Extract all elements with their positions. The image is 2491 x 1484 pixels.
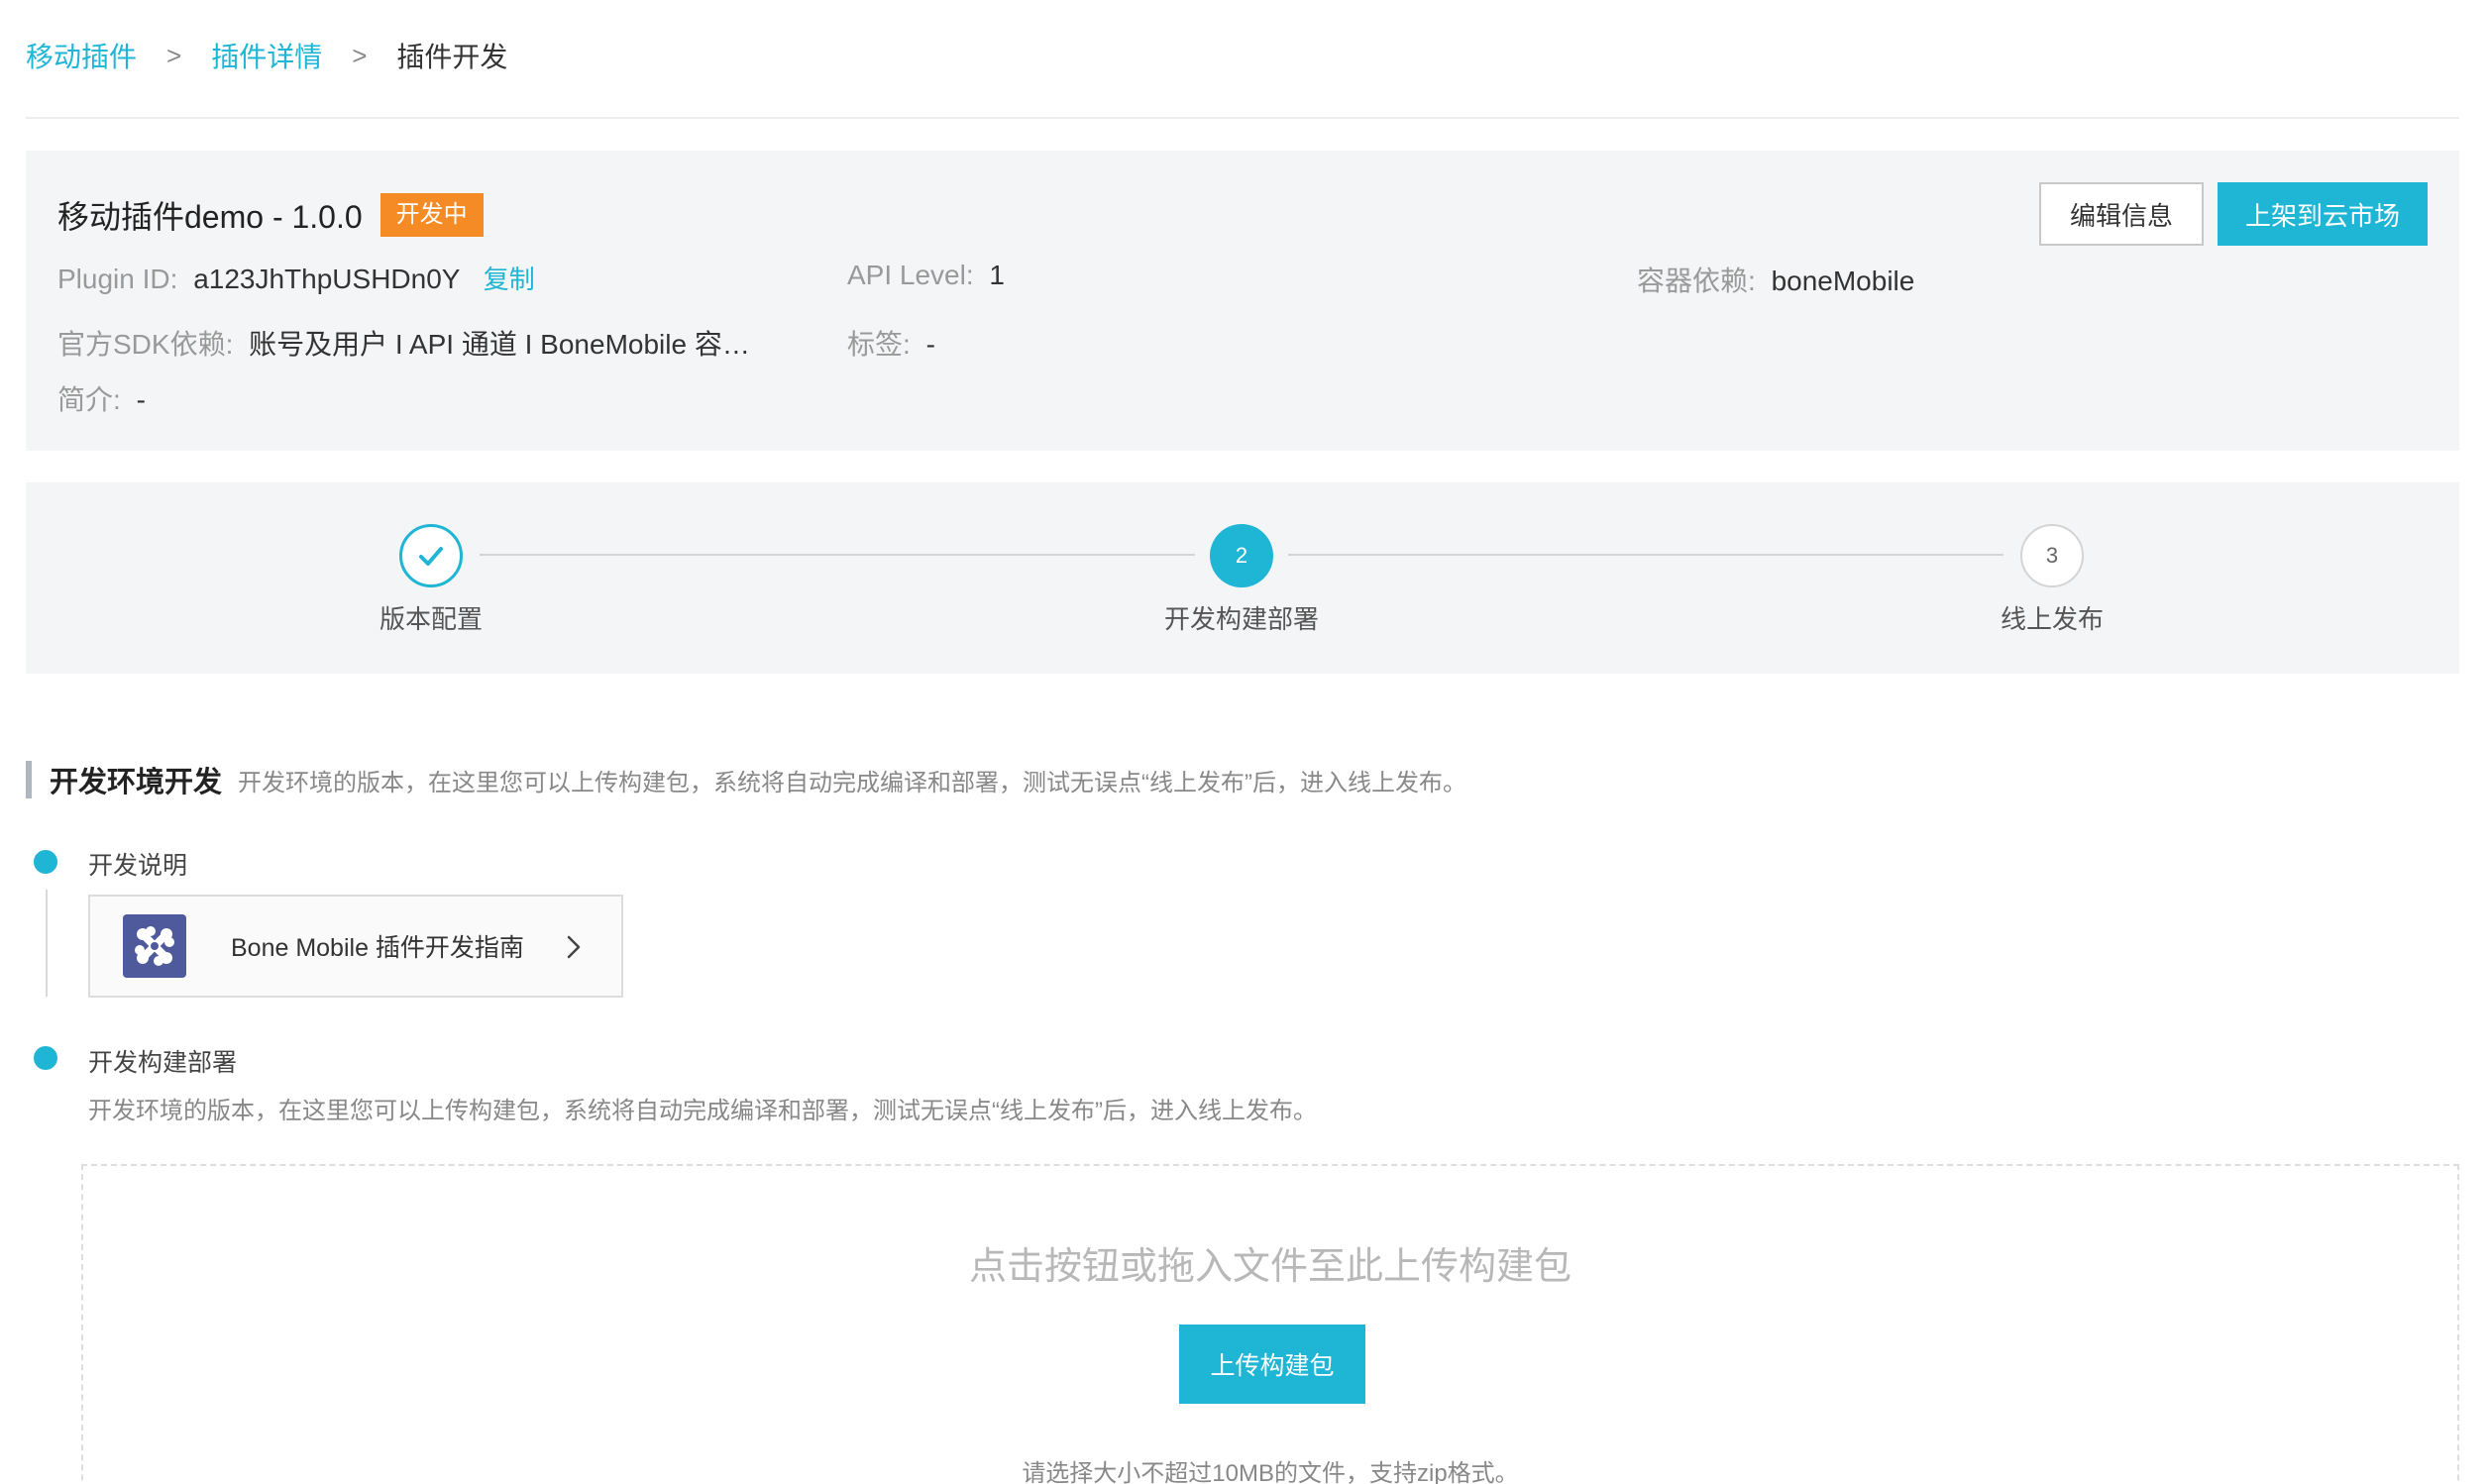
publish-to-market-button[interactable]: 上架到云市场 — [2218, 182, 2428, 246]
dev-guide-link-label: Bone Mobile 插件开发指南 — [231, 934, 524, 962]
copy-link[interactable]: 复制 — [484, 265, 535, 294]
sdk-value: 账号及用户 I API 通道 I BoneMobile 容… — [249, 329, 750, 360]
section-accent-bar — [26, 761, 32, 798]
chevron-right-icon: > — [352, 40, 368, 70]
step-1-label: 版本配置 — [379, 604, 483, 634]
plugin-name: 移动插件demo - 1.0.0 — [57, 199, 363, 235]
step-1-check-icon — [399, 524, 463, 587]
step-2-label: 开发构建部署 — [1163, 604, 1319, 634]
plugin-title-row: 移动插件demo - 1.0.0 开发中 — [57, 192, 484, 238]
breadcrumb-plugin-detail[interactable]: 插件详情 — [211, 36, 322, 75]
section-description: 开发环境的版本，在这里您可以上传构建包，系统将自动完成编译和部署，测试无误点“线… — [238, 769, 1466, 796]
status-badge: 开发中 — [379, 193, 484, 237]
api-level-field: API Level: 1 — [847, 260, 1005, 291]
build-deploy-title: 开发构建部署 — [88, 1049, 238, 1077]
plugin-id-label: Plugin ID: — [57, 264, 178, 294]
step-connector — [1288, 554, 2004, 556]
divider — [26, 117, 2459, 119]
intro-field: 简介: - — [57, 378, 146, 418]
section-title: 开发环境开发 — [50, 767, 223, 798]
step-3-label: 线上发布 — [2000, 604, 2104, 634]
bone-logo-icon — [123, 914, 186, 978]
api-level-value: 1 — [989, 260, 1005, 290]
breadcrumb: 移动插件 > 插件详情 > 插件开发 — [26, 36, 507, 75]
dev-guide-card[interactable]: Bone Mobile 插件开发指南 — [88, 895, 623, 998]
upload-hint: 点击按钮或拖入文件至此上传构建包 — [968, 1246, 1571, 1288]
edit-info-button[interactable]: 编辑信息 — [2039, 182, 2204, 246]
intro-value: - — [136, 384, 146, 415]
upload-build-button[interactable]: 上传构建包 — [1179, 1325, 1365, 1404]
plugin-id-value: a123JhThpUSHDn0Y — [193, 264, 460, 294]
section-header: 开发环境开发 开发环境的版本，在这里您可以上传构建包，系统将自动完成编译和部署，… — [26, 759, 1466, 800]
upload-note: 请选择大小不超过10MB的文件，支持zip格式。 — [1022, 1460, 1519, 1484]
tags-field: 标签: - — [847, 323, 935, 363]
api-level-label: API Level: — [847, 260, 974, 290]
intro-label: 简介: — [57, 384, 121, 415]
container-field: 容器依赖: boneMobile — [1637, 260, 1914, 299]
container-value: boneMobile — [1771, 265, 1915, 296]
upload-dropzone[interactable]: 点击按钮或拖入文件至此上传构建包 上传构建包 请选择大小不超过10MB的文件，支… — [81, 1164, 2459, 1484]
breadcrumb-current: 插件开发 — [396, 42, 508, 72]
tags-value: - — [925, 329, 935, 360]
plugin-id-field: Plugin ID: a123JhThpUSHDn0Y 复制 — [57, 260, 535, 296]
chevron-right-icon — [567, 935, 581, 959]
chevron-right-icon: > — [166, 40, 182, 70]
container-label: 容器依赖: — [1637, 265, 1756, 296]
steps-bar: 版本配置 2 开发构建部署 3 线上发布 — [26, 482, 2459, 674]
step-3-circle: 3 — [2020, 524, 2084, 587]
step-2-circle: 2 — [1210, 524, 1273, 587]
tags-label: 标签: — [847, 329, 911, 360]
sdk-field: 官方SDK依赖: 账号及用户 I API 通道 I BoneMobile 容… — [57, 323, 750, 363]
timeline-dot — [34, 850, 57, 874]
check-icon — [419, 547, 443, 566]
breadcrumb-mobile-plugins[interactable]: 移动插件 — [26, 36, 137, 75]
build-deploy-description: 开发环境的版本，在这里您可以上传构建包，系统将自动完成编译和部署，测试无误点“线… — [88, 1098, 1317, 1124]
page: 移动插件 > 插件详情 > 插件开发 移动插件demo - 1.0.0 开发中 … — [0, 0, 2491, 1484]
timeline-line — [46, 890, 48, 997]
sdk-label: 官方SDK依赖: — [57, 329, 234, 360]
step-connector — [480, 554, 1195, 556]
timeline-dot — [34, 1046, 57, 1070]
plugin-info-card: 移动插件demo - 1.0.0 开发中 编辑信息 上架到云市场 Plugin … — [26, 151, 2459, 451]
dev-guide-title: 开发说明 — [88, 852, 188, 880]
